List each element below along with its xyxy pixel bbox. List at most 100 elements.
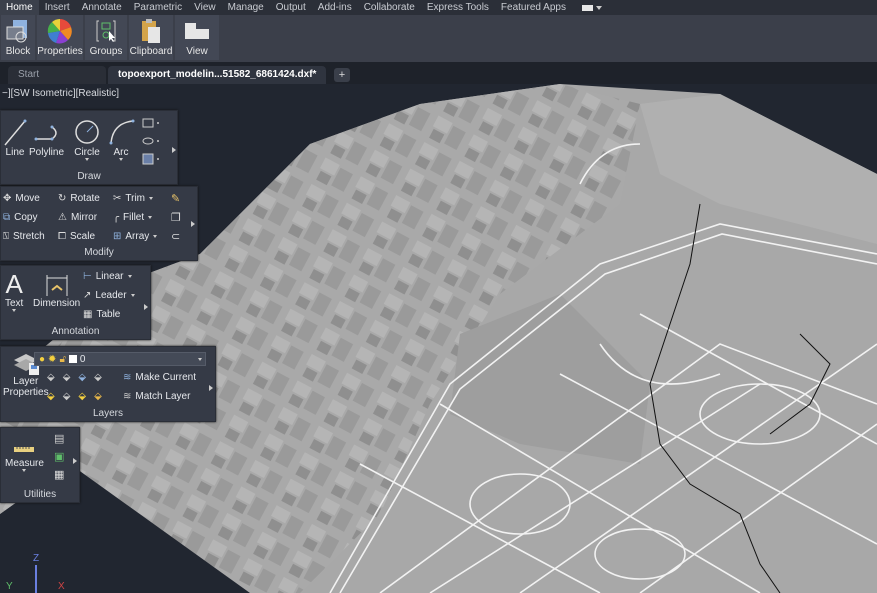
- draw-panel-expand-icon[interactable]: [172, 147, 176, 153]
- viewport-controls-label[interactable]: −][SW Isometric][Realistic]: [2, 88, 119, 99]
- stretch-tool[interactable]: ⍂ Stretch: [3, 231, 45, 242]
- layer-dropdown[interactable]: ● ✹ 🔓︎ 0: [34, 352, 206, 366]
- line-icon: [4, 119, 27, 146]
- clipboard-button[interactable]: Clipboard: [129, 15, 173, 60]
- chevron-down-icon[interactable]: [22, 469, 27, 472]
- fillet-tool[interactable]: ╭ Fillet: [113, 212, 153, 223]
- minimize-ribbon-icon: [581, 4, 593, 11]
- annotation-panel-title[interactable]: Annotation: [1, 326, 150, 337]
- tab-start[interactable]: Start: [8, 66, 106, 84]
- erase-icon[interactable]: ✎: [171, 192, 180, 205]
- leader-label: Leader: [95, 290, 127, 301]
- rotate-tool[interactable]: ↻ Rotate: [58, 193, 100, 204]
- clipboard-icon: [140, 15, 162, 46]
- make-current-button[interactable]: ≋ Make Current: [123, 372, 196, 383]
- calculator-icon[interactable]: ▦: [54, 468, 64, 481]
- layers-panel: Layer Properties ● ✹ 🔓︎ 0 ⬙ ⬙ ⬙ ⬙ ≋ Make …: [0, 346, 216, 422]
- table-icon: ▦: [83, 309, 93, 320]
- utilities-panel-title[interactable]: Utilities: [1, 489, 79, 500]
- linear-tool[interactable]: ⊢ Linear: [83, 271, 132, 282]
- view-button[interactable]: View: [175, 15, 219, 60]
- tab-express-tools[interactable]: Express Tools: [421, 0, 495, 15]
- scale-tool[interactable]: ⧠ Scale: [58, 231, 95, 242]
- modify-panel: ✥ Move ↻ Rotate ✂ Trim ⧉ Copy ⚠ Mirror ╭ Fille…: [0, 186, 198, 261]
- bulb-icon: ●: [39, 353, 46, 365]
- layer-isolate-icon[interactable]: ⬙: [63, 372, 71, 383]
- tab-home[interactable]: Home: [0, 0, 39, 15]
- dimension-tool[interactable]: Dimension: [33, 272, 80, 309]
- arc-tool[interactable]: Arc: [107, 117, 135, 161]
- groups-button[interactable]: Groups: [85, 15, 127, 60]
- modify-panel-title[interactable]: Modify: [1, 247, 197, 258]
- ellipse-tool[interactable]: [141, 135, 161, 150]
- layer-freeze-icon[interactable]: ⬙: [78, 372, 86, 383]
- properties-label: Properties: [37, 46, 83, 57]
- layer-unisolate-icon[interactable]: ⬙: [63, 391, 71, 402]
- chevron-down-icon[interactable]: [153, 235, 158, 238]
- measure-tool[interactable]: Measure: [5, 442, 44, 472]
- explode-icon[interactable]: ❐: [171, 211, 181, 224]
- chevron-down-icon[interactable]: [127, 275, 132, 278]
- modify-panel-expand-icon[interactable]: [191, 221, 195, 227]
- chevron-down-icon[interactable]: [130, 294, 135, 297]
- scale-icon: ⧠: [58, 231, 66, 242]
- layers-panel-expand-icon[interactable]: [209, 385, 213, 391]
- text-tool[interactable]: A Text: [5, 270, 23, 312]
- move-tool[interactable]: ✥ Move: [3, 193, 40, 204]
- rectangle-tool[interactable]: [141, 117, 161, 132]
- tab-drawing-label: topoexport_modelin...51582_6861424.dxf*: [118, 69, 317, 80]
- tab-add-ins[interactable]: Add-ins: [312, 0, 358, 15]
- chevron-down-icon[interactable]: [148, 216, 153, 219]
- chevron-down-icon[interactable]: [149, 197, 154, 200]
- layer-properties-label: Layer: [13, 376, 39, 387]
- quick-select-icon[interactable]: ▣: [54, 450, 64, 463]
- sun-icon: ✹: [48, 353, 57, 365]
- tab-manage[interactable]: Manage: [222, 0, 270, 15]
- tab-parametric[interactable]: Parametric: [128, 0, 188, 15]
- annotation-panel-expand-icon[interactable]: [144, 304, 148, 310]
- hatch-icon: [142, 153, 159, 165]
- draw-panel-title[interactable]: Draw: [1, 171, 177, 182]
- stretch-label: Stretch: [13, 231, 45, 242]
- layer-lock-icon[interactable]: ⬙: [94, 372, 102, 383]
- chevron-down-icon[interactable]: [12, 309, 17, 312]
- tab-featured-apps[interactable]: Featured Apps: [495, 0, 572, 15]
- layer-off-icon[interactable]: ⬙: [47, 372, 55, 383]
- chevron-down-icon[interactable]: [85, 158, 89, 161]
- utilities-panel-expand-icon[interactable]: [73, 458, 77, 464]
- layers-panel-title[interactable]: Layers: [1, 408, 215, 419]
- offset-icon[interactable]: ⊂: [171, 230, 180, 243]
- tab-active-drawing[interactable]: topoexport_modelin...51582_6861424.dxf* …: [108, 66, 326, 98]
- layer-on-icon[interactable]: ⬙: [47, 391, 55, 402]
- properties-button[interactable]: Properties: [37, 15, 83, 60]
- ucs-z-label: Z: [33, 553, 40, 564]
- match-layer-button[interactable]: ≋ Match Layer: [123, 391, 190, 402]
- ribbon-display-toggle[interactable]: [581, 4, 602, 11]
- mirror-tool[interactable]: ⚠ Mirror: [58, 212, 97, 223]
- circle-tool[interactable]: Circle: [73, 117, 101, 161]
- tab-output[interactable]: Output: [270, 0, 312, 15]
- block-icon: [5, 15, 31, 46]
- tab-collaborate[interactable]: Collaborate: [358, 0, 421, 15]
- line-tool[interactable]: Line: [3, 117, 27, 158]
- copy-tool[interactable]: ⧉ Copy: [3, 212, 38, 223]
- rectangle-icon: [142, 118, 159, 128]
- leader-tool[interactable]: ↗ Leader: [83, 290, 135, 301]
- tab-view[interactable]: View: [188, 0, 222, 15]
- block-button[interactable]: Block: [1, 15, 35, 60]
- tab-annotate[interactable]: Annotate: [76, 0, 128, 15]
- hatch-tool[interactable]: [141, 153, 161, 168]
- id-point-icon[interactable]: ▤: [54, 432, 64, 445]
- layer-unlock-icon[interactable]: ⬙: [94, 391, 102, 402]
- drawing-viewport[interactable]: −][SW Isometric][Realistic] Line Polylin…: [0, 84, 877, 593]
- table-tool[interactable]: ▦ Table: [83, 309, 120, 320]
- array-tool[interactable]: ⊞ Array: [113, 231, 158, 242]
- layer-thaw-icon[interactable]: ⬙: [78, 391, 86, 402]
- new-tab-button[interactable]: +: [334, 68, 350, 82]
- polyline-tool[interactable]: Polyline: [29, 117, 64, 158]
- trim-tool[interactable]: ✂ Trim: [113, 193, 154, 204]
- array-icon: ⊞: [113, 231, 122, 242]
- chevron-down-icon[interactable]: [119, 158, 123, 161]
- tab-insert[interactable]: Insert: [39, 0, 76, 15]
- ucs-y-label: Y: [6, 581, 13, 592]
